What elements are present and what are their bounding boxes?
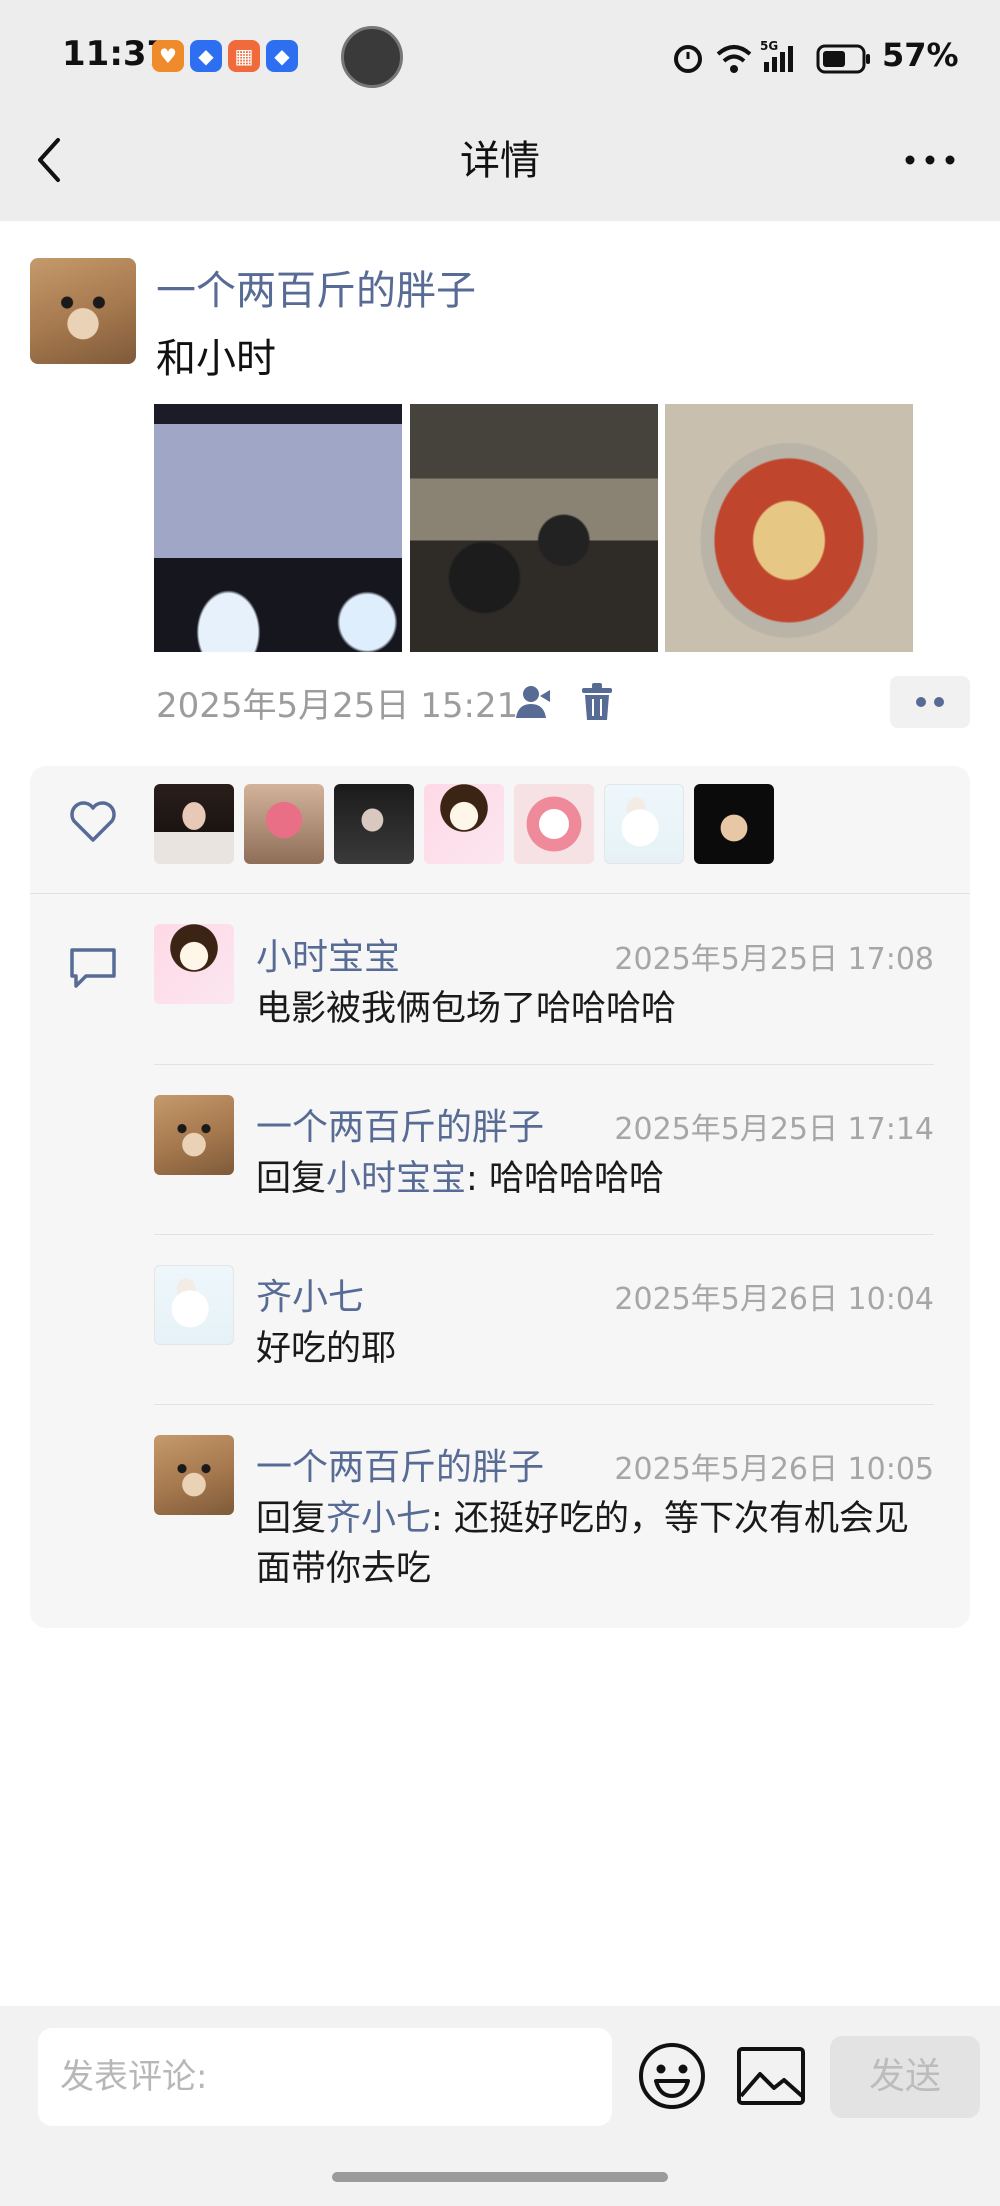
reply-prefix: 回复 [256, 1499, 327, 1539]
emoji-button[interactable] [636, 2040, 708, 2112]
like-avatar[interactable] [424, 784, 504, 864]
home-indicator[interactable] [332, 2172, 668, 2182]
like-avatar[interactable] [514, 784, 594, 864]
reply-target[interactable]: 齐小七 [326, 1499, 431, 1539]
cube-app-icon: ◆ [190, 40, 222, 72]
comment-time: 2025年5月25日 17:08 [614, 942, 934, 977]
comment-author[interactable]: 一个两百斤的胖子 [256, 1438, 544, 1490]
comment-input[interactable] [38, 2028, 612, 2126]
floating-bubble[interactable] [341, 26, 403, 88]
grid-app-icon: ▦ [228, 40, 260, 72]
send-button[interactable]: 发送 [830, 2036, 980, 2118]
battery-icon [816, 44, 870, 74]
image-icon [737, 2047, 805, 2105]
alarm-icon [674, 45, 702, 73]
comment-text[interactable]: 回复小时宝宝: 哈哈哈哈哈 [256, 1154, 936, 1204]
post-photo-1[interactable] [154, 404, 402, 652]
comment-avatar[interactable] [154, 924, 234, 1004]
comment-text[interactable]: 电影被我俩包场了哈哈哈哈 [256, 984, 936, 1034]
ops-dots-icon [916, 697, 944, 707]
page-title: 详情 [460, 138, 540, 184]
comment-text[interactable]: 回复齐小七: 还挺好吃的，等下次有机会见面带你去吃 [256, 1494, 926, 1594]
comment-divider [154, 1234, 934, 1235]
comment-author[interactable]: 小时宝宝 [256, 928, 400, 980]
wifi-icon [716, 45, 752, 73]
signal-icon: 5G [760, 39, 793, 72]
post-text: 和小时 [156, 336, 276, 382]
post-time: 2025年5月25日 15:21 [156, 686, 519, 726]
cube-app-icon: ◆ [266, 40, 298, 72]
post-author-name[interactable]: 一个两百斤的胖子 [156, 258, 476, 316]
author-avatar[interactable] [30, 258, 136, 364]
comment-author[interactable]: 一个两百斤的胖子 [256, 1098, 544, 1150]
battery-percent: 57% [882, 36, 959, 74]
reply-prefix: 回复 [256, 1159, 327, 1199]
comment-avatar[interactable] [154, 1435, 234, 1515]
comment-author[interactable]: 齐小七 [256, 1268, 364, 1320]
more-icon [905, 155, 955, 165]
heart-app-icon: ♥ [152, 40, 184, 72]
like-avatar[interactable] [334, 784, 414, 864]
post-photo-2[interactable] [410, 404, 658, 652]
comment-divider [154, 1404, 934, 1405]
image-button[interactable] [736, 2046, 806, 2106]
like-avatar[interactable] [694, 784, 774, 864]
comment-text[interactable]: 好吃的耶 [256, 1324, 936, 1374]
comment-time: 2025年5月25日 17:14 [614, 1112, 934, 1147]
likes-divider [30, 893, 970, 894]
reply-body: : 哈哈哈哈哈 [466, 1159, 664, 1199]
like-heart-icon [70, 801, 116, 842]
network-label: 5G [760, 39, 778, 53]
comment-avatar[interactable] [154, 1095, 234, 1175]
like-avatar[interactable] [244, 784, 324, 864]
like-avatar[interactable] [154, 784, 234, 864]
comment-time: 2025年5月26日 10:05 [614, 1452, 934, 1487]
status-icons: 5G [674, 39, 870, 74]
post-ops-button[interactable] [890, 676, 970, 728]
comment-time: 2025年5月26日 10:04 [614, 1282, 934, 1317]
comment-avatar[interactable] [154, 1265, 234, 1345]
delete-icon[interactable] [580, 682, 614, 722]
comment-bubble-icon [70, 948, 116, 988]
like-avatar[interactable] [604, 784, 684, 864]
comment-divider [154, 1064, 934, 1065]
reply-target[interactable]: 小时宝宝 [326, 1159, 466, 1199]
visibility-icon[interactable] [514, 682, 554, 722]
post-photo-3[interactable] [665, 404, 913, 652]
more-button[interactable] [900, 140, 960, 180]
emoji-icon [639, 2043, 705, 2109]
